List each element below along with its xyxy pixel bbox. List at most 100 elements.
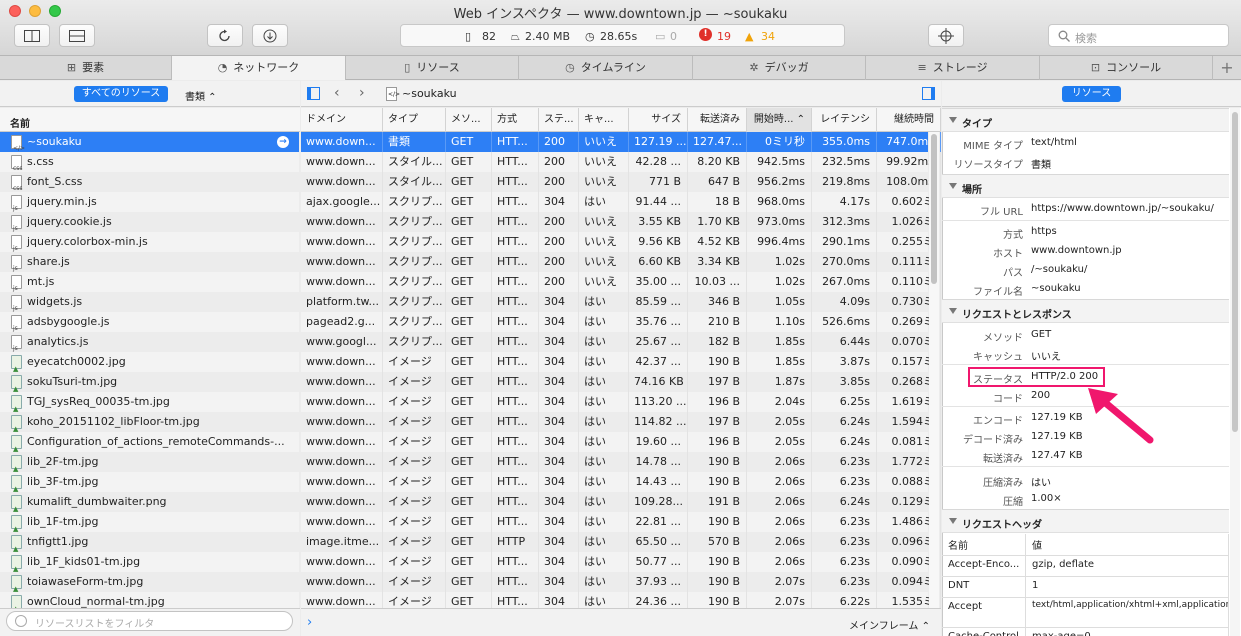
tab-network[interactable]: ◔ ネットワーク [172, 56, 346, 80]
column-header[interactable]: 方式 [492, 108, 539, 132]
resource-list-item[interactable]: ▲ kumalift_dumbwaiter.png [0, 492, 299, 512]
all-resources-button[interactable]: すべてのリソース [74, 86, 168, 102]
column-header[interactable]: メソ... [446, 108, 492, 132]
resource-list-item[interactable]: js adsbygoogle.js [0, 312, 299, 332]
request-row[interactable]: www.down... イメージ GET HTT... 304 はい 22.81 ... 19… [301, 512, 941, 532]
log-icon[interactable]: ▭ [655, 30, 665, 43]
details-toggle-icon[interactable] [922, 87, 935, 100]
tab-storage[interactable]: ≡ ストレージ [866, 56, 1040, 80]
request-row[interactable]: www.down... イメージ GET HTT... 304 はい 50.77 ... 19… [301, 552, 941, 572]
resource-list-item[interactable]: ▲ sokuTsuri-tm.jpg [0, 372, 299, 392]
column-header[interactable]: サイズ [629, 108, 688, 132]
warning-count[interactable]: 34 [761, 30, 775, 43]
column-header[interactable]: 開始時... ⌃ [747, 108, 812, 132]
request-row[interactable]: image.itme... イメージ GET HTTP 304 はい 65.50 ... 57… [301, 532, 941, 552]
resource-list-item[interactable]: js jquery.min.js [0, 192, 299, 212]
request-row[interactable]: www.down... イメージ GET HTT... 304 はい 74.16 KB 197… [301, 372, 941, 392]
resource-list-item[interactable]: js jquery.colorbox-min.js [0, 232, 299, 252]
tab-resources[interactable]: ▯ リソース [346, 56, 519, 80]
resource-list-item[interactable]: ▲ lib_1F_kids01-tm.jpg [0, 552, 299, 572]
resource-list-item[interactable]: js jquery.cookie.js [0, 212, 299, 232]
resource-list-item[interactable]: js share.js [0, 252, 299, 272]
tab-console[interactable]: ⊡ コンソール [1040, 56, 1213, 80]
go-to-arrow-icon[interactable]: → [277, 136, 289, 148]
resource-list-item[interactable]: ▲ lib_3F-tm.jpg [0, 472, 299, 492]
resource-list-item[interactable]: js mt.js [0, 272, 299, 292]
column-header[interactable]: キャ... [579, 108, 629, 132]
section-request-response[interactable]: リクエストとレスポンス [942, 299, 1229, 323]
log-count[interactable]: 0 [670, 30, 677, 43]
request-row[interactable]: www.down... 書類 GET HTT... 200 いいえ 127.19 ... 12… [301, 132, 941, 152]
column-header[interactable]: タイプ [383, 108, 446, 132]
request-cell: 127.47... [688, 132, 747, 152]
tab-timeline[interactable]: ◷ タイムライン [519, 56, 693, 80]
error-count[interactable]: 19 [717, 30, 731, 43]
request-row[interactable]: www.down... イメージ GET HTT... 304 はい 114.82 ... 1… [301, 412, 941, 432]
column-header[interactable]: ステ... [539, 108, 579, 132]
resource-list-item[interactable]: js widgets.js [0, 292, 299, 312]
request-row[interactable]: www.down... イメージ GET HTT... 304 はい 14.43 ... 19… [301, 472, 941, 492]
error-icon[interactable]: ! [699, 28, 712, 41]
search-input[interactable]: 検索 [1048, 24, 1229, 47]
request-row[interactable]: www.down... スタイル... GET HTT... 200 いいえ 771 B 64… [301, 172, 941, 192]
tab-elements[interactable]: ⊞ 要素 [0, 56, 172, 80]
resource-details-button[interactable]: リソース [1062, 86, 1121, 102]
frame-select[interactable]: メインフレーム ⌃ [849, 617, 930, 632]
resource-list-item[interactable]: ▲ eyecatch0002.jpg [0, 352, 299, 372]
resource-list-item[interactable]: css s.css [0, 152, 299, 172]
header-name-column[interactable]: 名前 [942, 534, 1026, 556]
request-row[interactable]: www.down... スクリプ... GET HTT... 200 いいえ 6.60 KB… [301, 252, 941, 272]
request-row[interactable]: pagead2.g... スクリプ... GET HTT... 304 はい 35.76 .… [301, 312, 941, 332]
grid-scroll-thumb[interactable] [931, 134, 937, 284]
request-row[interactable]: www.down... イメージ GET HTT... 304 はい 14.78 ... 19… [301, 452, 941, 472]
resource-list-item[interactable]: js analytics.js [0, 332, 299, 352]
section-request-headers[interactable]: リクエストヘッダ [942, 509, 1229, 533]
download-archive-button[interactable] [252, 24, 288, 47]
resource-list-item[interactable]: </> ~soukaku → [0, 132, 299, 152]
resource-filter-input[interactable]: リソースリストをフィルタ [6, 611, 293, 631]
resource-list-item[interactable]: ▲ toiawaseForm-tm.jpg [0, 572, 299, 592]
request-row[interactable]: platform.tw... スクリプ... GET HTT... 304 はい 85.59… [301, 292, 941, 312]
request-row[interactable]: www.down... イメージ GET HTT... 304 はい 37.93 ... 19… [301, 572, 941, 592]
value[interactable]: https://www.downtown.jp/~soukaku/ [1031, 203, 1214, 214]
column-header[interactable]: 継続時間 [877, 108, 941, 132]
request-row[interactable]: www.down... スタイル... GET HTT... 200 いいえ 42.28 .… [301, 152, 941, 172]
tab-debugger[interactable]: ✲ デバッガ [693, 56, 866, 80]
request-row[interactable]: www.down... イメージ GET HTT... 304 はい 42.37 ... 19… [301, 352, 941, 372]
header-value-column[interactable]: 値 [1026, 534, 1229, 556]
forward-icon[interactable]: › [359, 85, 365, 101]
breadcrumb-path[interactable]: ~soukaku [402, 87, 457, 100]
console-prompt-icon[interactable]: › [307, 615, 312, 630]
resource-list-item[interactable]: ▲ koho_20151102_libFloor-tm.jpg [0, 412, 299, 432]
reload-button[interactable] [207, 24, 243, 47]
request-row[interactable]: www.down... スクリプ... GET HTT... 200 いいえ 9.56 KB… [301, 232, 941, 252]
request-row[interactable]: www.down... スクリプ... GET HTT... 200 いいえ 35.00 .… [301, 272, 941, 292]
request-row[interactable]: www.googl... スクリプ... GET HTT... 304 はい 25.67 .… [301, 332, 941, 352]
resource-list-item[interactable]: ▲ lib_1F-tm.jpg [0, 512, 299, 532]
back-icon[interactable]: ‹ [334, 85, 340, 101]
warning-icon[interactable]: ▲ [745, 30, 753, 43]
request-row[interactable]: ajax.google... スクリプ... GET HTT... 304 はい 91.44… [301, 192, 941, 212]
details-scroll-thumb[interactable] [1232, 112, 1238, 432]
name-column-header[interactable]: 名前 [0, 108, 300, 132]
request-row[interactable]: www.down... イメージ GET HTT... 304 はい 113.20 ... 1… [301, 392, 941, 412]
dock-side-button[interactable] [14, 24, 50, 47]
section-location[interactable]: 場所 [942, 174, 1229, 198]
column-header[interactable]: レイテンシ [812, 108, 877, 132]
resource-list-item[interactable]: ▲ Configuration_of_actions_remoteCommands… [0, 432, 299, 452]
inspect-element-button[interactable] [928, 24, 964, 47]
resource-list-item[interactable]: ▲ tnfigtt1.jpg [0, 532, 299, 552]
request-row[interactable]: www.down... イメージ GET HTT... 304 はい 109.28... 19… [301, 492, 941, 512]
dock-bottom-button[interactable] [59, 24, 95, 47]
sidebar-toggle-icon[interactable] [307, 87, 320, 100]
request-row[interactable]: www.down... スクリプ... GET HTT... 200 いいえ 3.55 KB… [301, 212, 941, 232]
resource-list-item[interactable]: ▲ lib_2F-tm.jpg [0, 452, 299, 472]
section-type[interactable]: タイプ [942, 108, 1229, 132]
resource-list-item[interactable]: css font_S.css [0, 172, 299, 192]
resource-type-select[interactable]: 書類 ⌃ [185, 88, 217, 103]
request-row[interactable]: www.down... イメージ GET HTT... 304 はい 19.60 ... 19… [301, 432, 941, 452]
column-header[interactable]: 転送済み [688, 108, 747, 132]
resource-list-item[interactable]: ▲ TGJ_sysReq_00035-tm.jpg [0, 392, 299, 412]
column-header[interactable]: ドメイン [301, 108, 383, 132]
add-tab-button[interactable]: + [1213, 56, 1241, 80]
